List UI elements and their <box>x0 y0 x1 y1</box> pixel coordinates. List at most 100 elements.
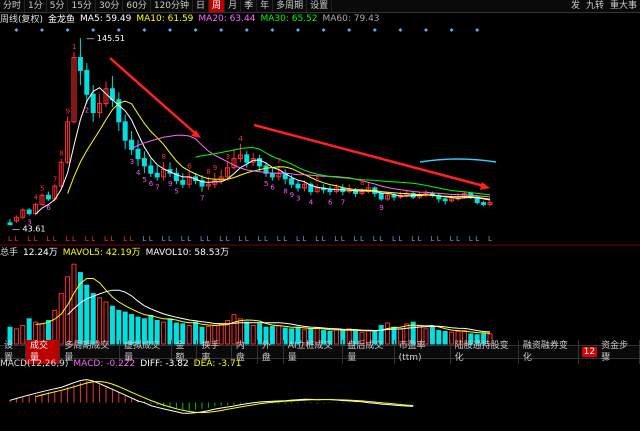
low-signal-marker: L <box>85 235 89 243</box>
signal-diamond <box>168 28 172 32</box>
mavol10-value: MAVOL10: 58.53万 <box>145 248 230 258</box>
signal-diamond <box>449 28 454 32</box>
td-count-label: 8 <box>283 187 287 195</box>
td-count-label: 7 <box>200 195 204 203</box>
candle-body <box>327 189 333 193</box>
low-signal-marker: L <box>187 235 191 243</box>
signal-diamond <box>193 28 198 32</box>
signal-diamond <box>142 28 147 32</box>
candle-body <box>391 194 397 198</box>
signal-diamond <box>424 28 428 32</box>
low-signal-marker: L <box>264 235 268 243</box>
dea-value: DEA: -3.71 <box>193 358 242 369</box>
td-count-label: 9 <box>66 107 70 115</box>
low-signal-marker: L <box>226 235 230 243</box>
volume-bar <box>71 263 77 345</box>
td-count-label: 6 <box>149 180 154 188</box>
signal-diamond <box>14 28 19 32</box>
td-count-label: 7 <box>341 198 345 206</box>
volume-bar <box>97 297 103 345</box>
low-signal-marker: L <box>110 235 114 243</box>
low-signal-marker: L <box>104 235 108 243</box>
low-signal-marker: L <box>277 235 281 243</box>
td-count-label: 7 <box>155 184 159 192</box>
low-signal-marker: L <box>302 235 306 243</box>
low-signal-marker: L <box>91 235 95 243</box>
candle-body <box>90 93 96 114</box>
td-count-label: 9 <box>379 204 383 212</box>
td-count-label: 8 <box>206 168 210 176</box>
low-signal-marker: L <box>245 235 249 243</box>
candle-body <box>135 148 141 160</box>
low-signal-marker: L <box>418 235 422 243</box>
low-signal-marker: L <box>437 235 441 243</box>
low-signal-marker: L <box>238 235 242 243</box>
candle-body <box>26 209 32 215</box>
signal-diamond <box>40 28 44 32</box>
td-count-label: 4 <box>34 194 39 202</box>
diff-line <box>9 379 414 414</box>
td-count-label: 7 <box>277 157 281 165</box>
td-count-label: 1 <box>72 43 76 51</box>
td-count-label: 7 <box>53 175 57 183</box>
candle-body <box>154 172 160 178</box>
low-signal-marker: L <box>411 235 415 243</box>
trend-arrow-head <box>480 182 490 190</box>
low-signal-marker: L <box>66 235 70 243</box>
low-signal-marker: L <box>322 235 326 243</box>
volume-bar <box>65 276 71 345</box>
low-signal-marker: L <box>123 235 127 243</box>
volume-bar <box>116 309 122 345</box>
td-count-label: 4 <box>238 135 243 143</box>
td-count-label: 5 <box>142 176 146 184</box>
low-signal-marker: L <box>200 235 204 243</box>
candle-body <box>269 172 275 178</box>
signal-diamond <box>321 28 326 32</box>
low-signal-marker: L <box>475 235 479 243</box>
volume-bar <box>103 301 109 345</box>
td-count-label: 8 <box>59 150 63 158</box>
low-signal-marker: L <box>392 235 396 243</box>
candle-body <box>442 198 448 202</box>
td-count-label: 6 <box>46 204 51 212</box>
low-signal-marker: L <box>258 235 262 243</box>
candle-body <box>77 57 83 71</box>
td-count-label: 3 <box>130 158 134 166</box>
low-signal-marker: L <box>14 235 18 243</box>
candle-body <box>84 69 90 95</box>
low-signal-marker: L <box>53 235 57 243</box>
low-signal-marker: L <box>430 235 434 243</box>
signal-diamond <box>219 28 224 32</box>
signal-diamond <box>347 28 352 32</box>
signal-diamond <box>475 28 480 32</box>
candle-body <box>180 180 186 185</box>
low-signal-marker: L <box>296 235 300 243</box>
low-signal-marker: L <box>219 235 223 243</box>
td-count-label: 6 <box>328 198 333 206</box>
diff-value: DIFF: -3.82 <box>140 358 189 369</box>
low-signal-marker: L <box>488 235 492 243</box>
low-signal-marker: L <box>283 235 287 243</box>
volume-bar <box>58 293 64 345</box>
low-signal-marker: L <box>450 235 454 243</box>
candle-body <box>45 194 51 200</box>
low-signal-marker: L <box>354 235 358 243</box>
high-price-label: — 145.51 <box>86 34 125 43</box>
macd-value: MACD: -0.222 <box>73 358 136 369</box>
signal-diamond <box>116 28 121 32</box>
td-count-label: 9 <box>290 191 294 199</box>
td-count-label: 6 <box>270 184 275 192</box>
low-signal-marker: L <box>130 235 134 243</box>
td-count-label: 8 <box>162 153 166 161</box>
td-count-label: 9 <box>213 164 217 172</box>
candle-body <box>122 121 128 141</box>
low-signal-marker: L <box>27 235 31 243</box>
td-count-label: 5 <box>174 187 178 195</box>
td-count-label: 4 <box>136 169 141 177</box>
volume-bar <box>52 309 58 345</box>
volume-bar <box>84 284 90 345</box>
candle-body <box>481 202 487 205</box>
candle-body <box>141 158 147 167</box>
low-signal-marker: L <box>181 235 185 243</box>
volume-bar <box>90 293 96 345</box>
